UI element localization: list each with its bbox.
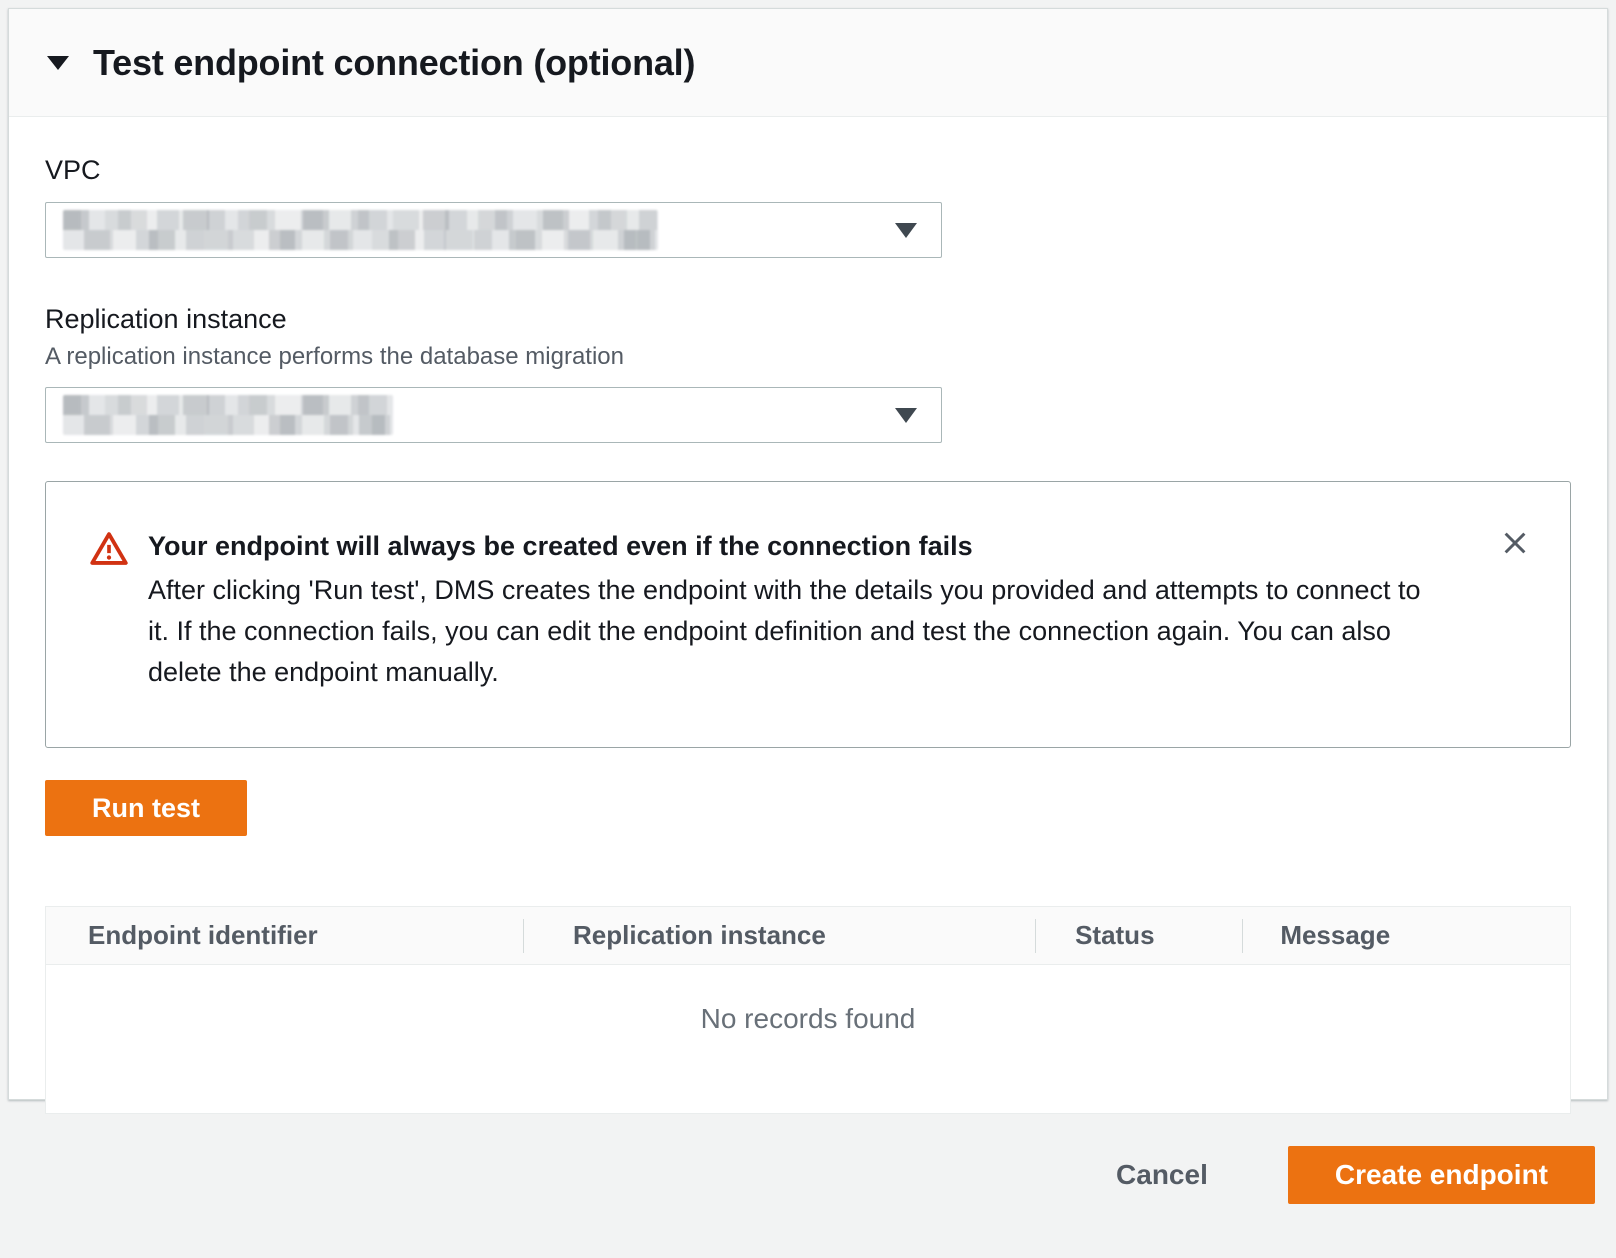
vpc-redacted-value (63, 210, 658, 250)
vpc-field: VPC (45, 155, 1571, 258)
cancel-button[interactable]: Cancel (1102, 1149, 1222, 1201)
column-header-message: Message (1242, 907, 1570, 964)
table-header-row: Endpoint identifier Replication instance… (46, 907, 1570, 965)
empty-state-message: No records found (46, 1003, 1570, 1035)
run-test-button[interactable]: Run test (45, 780, 247, 836)
footer-actions: Cancel Create endpoint (8, 1100, 1608, 1250)
test-endpoint-connection-panel: Test endpoint connection (optional) VPC … (8, 8, 1608, 1100)
column-header-status: Status (1035, 907, 1242, 964)
warning-body: After clicking 'Run test', DMS creates t… (148, 570, 1438, 693)
column-header-replication-instance: Replication instance (523, 907, 1035, 964)
replication-instance-redacted-value (63, 395, 393, 435)
collapse-caret-icon (47, 56, 69, 70)
vpc-select[interactable] (45, 202, 942, 258)
section-header-toggle[interactable]: Test endpoint connection (optional) (9, 9, 1607, 117)
vpc-label: VPC (45, 155, 1571, 186)
close-icon[interactable] (1496, 524, 1534, 562)
replication-instance-label: Replication instance (45, 304, 1571, 335)
warning-text: Your endpoint will always be created eve… (148, 528, 1496, 693)
table-body: No records found (46, 965, 1570, 1113)
warning-alert: Your endpoint will always be created eve… (45, 481, 1571, 748)
column-header-endpoint-identifier: Endpoint identifier (46, 907, 523, 964)
section-title: Test endpoint connection (optional) (93, 42, 695, 84)
replication-instance-select[interactable] (45, 387, 942, 443)
replication-instance-description: A replication instance performs the data… (45, 343, 1571, 371)
warning-icon (90, 530, 128, 568)
select-caret-icon (895, 408, 917, 423)
section-content: VPC Replication instance A replication i… (9, 117, 1607, 1114)
create-endpoint-button[interactable]: Create endpoint (1288, 1146, 1595, 1204)
warning-title: Your endpoint will always be created eve… (148, 528, 1456, 564)
select-caret-icon (895, 223, 917, 238)
replication-instance-field: Replication instance A replication insta… (45, 304, 1571, 443)
test-results-table: Endpoint identifier Replication instance… (45, 906, 1571, 1114)
